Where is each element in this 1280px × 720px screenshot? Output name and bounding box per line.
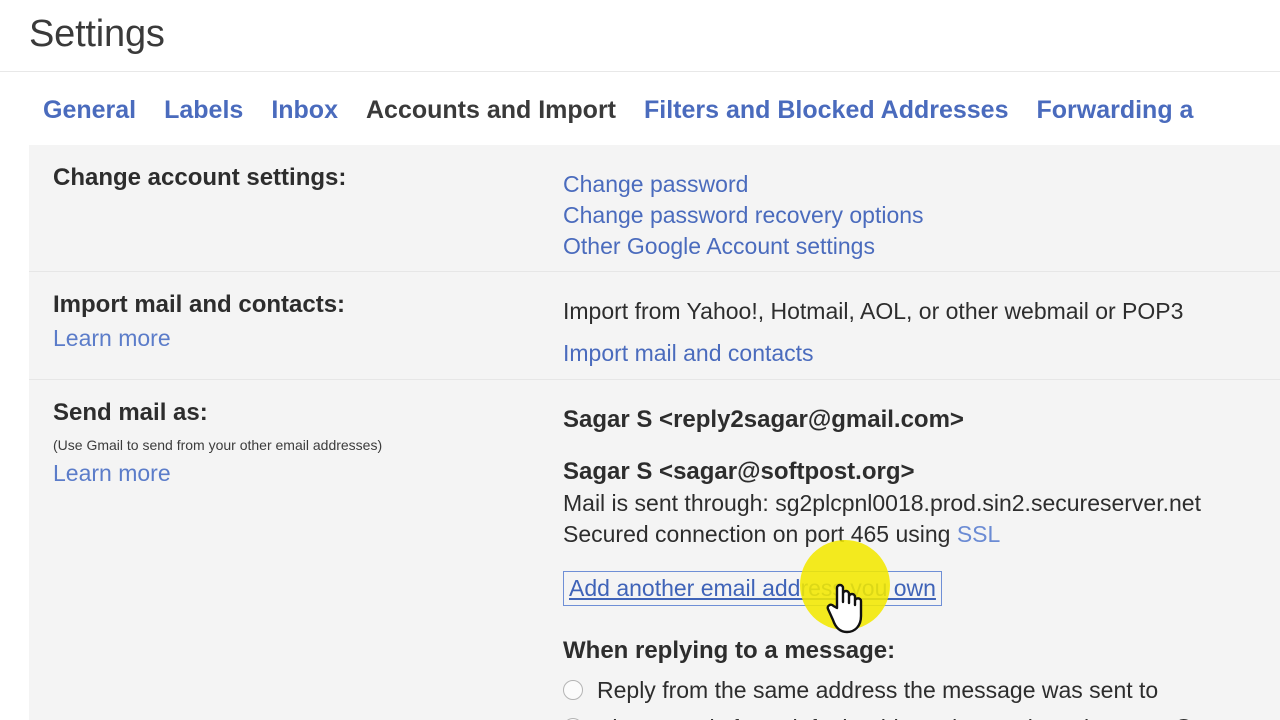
tab-inbox[interactable]: Inbox bbox=[257, 73, 352, 145]
link-send-mail-learn-more[interactable]: Learn more bbox=[53, 458, 171, 488]
tab-forwarding[interactable]: Forwarding a bbox=[1022, 73, 1207, 145]
settings-tabbar: General Labels Inbox Accounts and Import… bbox=[0, 73, 1280, 218]
reply-option-same-address-label: Reply from the same address the message … bbox=[597, 677, 1159, 703]
left-gutter bbox=[0, 145, 29, 720]
sender-address-secondary: Sagar S <sagar@softpost.org> bbox=[563, 458, 915, 485]
change-account-label: Change account settings: bbox=[53, 164, 347, 191]
import-label-col: Import mail and contacts: Learn more bbox=[29, 290, 563, 369]
reply-option-default-address-label: Always reply from default address (curre… bbox=[597, 714, 1194, 720]
tab-filters-and-blocked-addresses[interactable]: Filters and Blocked Addresses bbox=[630, 73, 1022, 145]
tab-general[interactable]: General bbox=[29, 73, 150, 145]
sender-secured-connection: Secured connection on port 465 using SSL bbox=[563, 519, 1280, 550]
add-email-wrapper: Add another email address you own bbox=[563, 571, 942, 606]
send-mail-as-note: (Use Gmail to send from your other email… bbox=[53, 437, 383, 453]
import-value-col: Import from Yahoo!, Hotmail, AOL, or oth… bbox=[563, 290, 1280, 369]
section-send-mail-as: Send mail as: (Use Gmail to send from yo… bbox=[29, 379, 1280, 720]
link-add-another-email-address[interactable]: Add another email address you own bbox=[563, 571, 942, 606]
tab-list: General Labels Inbox Accounts and Import… bbox=[29, 73, 1207, 145]
reply-option-default-address-row[interactable]: Always reply from default address (curre… bbox=[563, 714, 1280, 720]
import-label: Import mail and contacts: bbox=[53, 291, 346, 318]
section-import-mail-and-contacts: Import mail and contacts: Learn more Imp… bbox=[29, 271, 1280, 379]
reply-option-same-address-row[interactable]: Reply from the same address the message … bbox=[563, 676, 1280, 704]
link-other-google-account-settings[interactable]: Other Google Account settings bbox=[563, 231, 1280, 262]
section-change-account-settings: Change account settings: Change password… bbox=[29, 145, 1280, 271]
sender-address-primary: Sagar S <reply2sagar@gmail.com> bbox=[563, 406, 964, 433]
settings-panel: Change account settings: Change password… bbox=[29, 145, 1280, 720]
radio-reply-same-address[interactable] bbox=[563, 680, 583, 700]
send-mail-label-col: Send mail as: (Use Gmail to send from yo… bbox=[29, 398, 563, 720]
link-ssl[interactable]: SSL bbox=[957, 521, 1000, 547]
page-title: Settings bbox=[29, 13, 165, 55]
send-mail-value-col: Sagar S <reply2sagar@gmail.com> Sagar S … bbox=[563, 398, 1280, 720]
secured-connection-text: Secured connection on port 465 using bbox=[563, 521, 957, 547]
tab-accounts-and-import[interactable]: Accounts and Import bbox=[351, 73, 630, 145]
link-change-password-recovery-options[interactable]: Change password recovery options bbox=[563, 200, 1280, 231]
sender-smtp-host: Mail is sent through: sg2plcpnl0018.prod… bbox=[563, 490, 1201, 516]
import-description: Import from Yahoo!, Hotmail, AOL, or oth… bbox=[563, 298, 1184, 324]
link-change-password[interactable]: Change password bbox=[563, 169, 1280, 200]
settings-page: Settings General Labels Inbox Accounts a… bbox=[0, 0, 1280, 720]
settings-content: Change account settings: Change password… bbox=[0, 145, 1280, 720]
send-mail-as-label: Send mail as: bbox=[53, 399, 208, 426]
change-account-label-col: Change account settings: bbox=[29, 163, 563, 262]
page-header: Settings bbox=[0, 0, 1280, 72]
link-import-mail-and-contacts[interactable]: Import mail and contacts bbox=[563, 338, 814, 369]
tab-labels[interactable]: Labels bbox=[150, 73, 257, 145]
when-replying-heading: When replying to a message: bbox=[563, 637, 896, 664]
change-account-links: Change password Change password recovery… bbox=[563, 163, 1280, 262]
link-import-learn-more[interactable]: Learn more bbox=[53, 323, 171, 353]
